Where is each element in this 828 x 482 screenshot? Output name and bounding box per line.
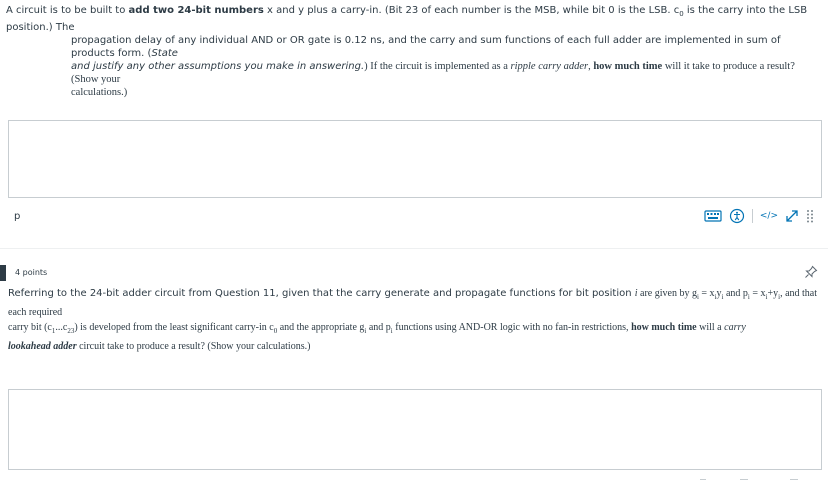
partial-toolbar-edge: [700, 479, 798, 480]
fullscreen-icon[interactable]: [785, 209, 799, 223]
question-12-line-2: carry bit (c1...c23) is developed from t…: [8, 322, 746, 335]
question-marker: [0, 265, 6, 281]
editor-status-bar: p </>: [8, 197, 820, 235]
drag-handle-icon[interactable]: [806, 209, 814, 223]
question-11-text: A circuit is to be built to add two 24-b…: [6, 4, 818, 99]
question-11-line-4: calculations.): [71, 87, 128, 98]
keyboard-icon[interactable]: [704, 209, 722, 223]
points-label: 4 points: [15, 268, 48, 277]
question-11-line-2: propagation delay of any individual AND …: [71, 35, 781, 59]
html-view-icon[interactable]: </>: [760, 211, 778, 221]
element-path-tag[interactable]: p: [14, 211, 20, 222]
question-divider: [0, 248, 828, 249]
accessibility-icon[interactable]: [729, 208, 745, 224]
toolbar-divider: [751, 209, 753, 223]
question-11-line-3: and justify any other assumptions you ma…: [71, 61, 795, 85]
question-12-line-3: lookahead adder circuit take to produce …: [8, 341, 311, 352]
question-11-line-1: A circuit is to be built to add two 24-b…: [6, 5, 808, 33]
answer-editor-q11[interactable]: [8, 120, 822, 198]
question-12-line-1: Referring to the 24-bit adder circuit fr…: [8, 288, 817, 318]
pin-icon[interactable]: [804, 264, 818, 283]
question-12-text: Referring to the 24-bit adder circuit fr…: [8, 286, 820, 354]
editor-tools: </>: [704, 208, 814, 224]
answer-editor-q12[interactable]: [8, 389, 822, 470]
